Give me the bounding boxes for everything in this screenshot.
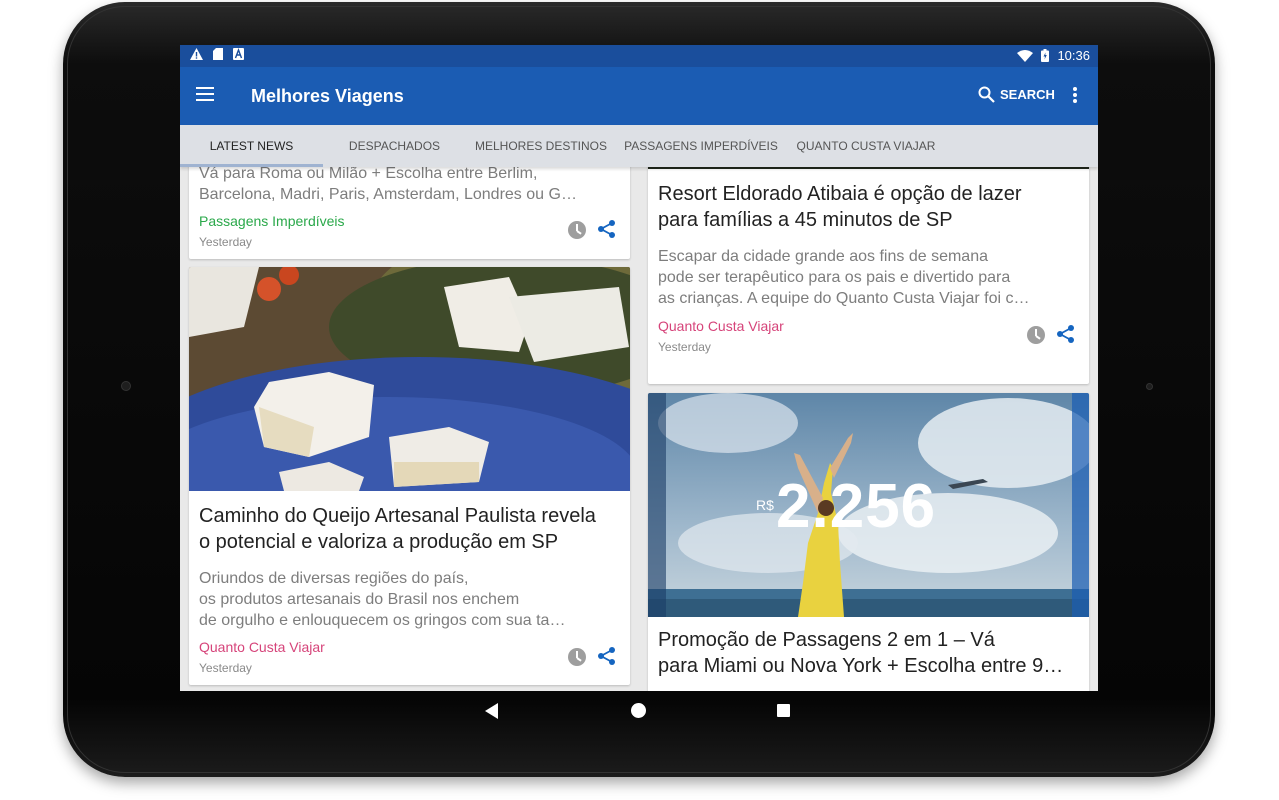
card-category[interactable]: Quanto Custa Viajar [199, 639, 325, 655]
card-excerpt-line: Vá para Roma ou Milão + Escolha entre Be… [199, 167, 538, 182]
font-a-icon [233, 48, 244, 60]
sd-card-icon [213, 48, 223, 60]
search-label: SEARCH [1000, 87, 1055, 102]
tab-passagens-imperdiveis[interactable]: PASSAGENS IMPERDÍVEIS [620, 125, 782, 167]
tab-quanto-custa-viajar[interactable]: QUANTO CUSTA VIAJAR [790, 125, 942, 167]
news-card-resort[interactable]: Resort Eldorado Atibaia é opção de lazer… [648, 167, 1089, 384]
wifi-icon [1017, 49, 1034, 62]
tab-despachados[interactable]: DESPACHADOS [323, 125, 466, 167]
card-excerpt-line: Escapar da cidade grande aos fins de sem… [658, 248, 988, 265]
sensor [1146, 383, 1153, 390]
navigation-bar [180, 691, 1098, 733]
category-tabs: LATEST NEWS DESPACHADOS MELHORES DESTINO… [180, 125, 1098, 167]
tab-melhores-destinos[interactable]: MELHORES DESTINOS [468, 125, 614, 167]
front-camera [121, 381, 131, 391]
home-icon[interactable] [631, 703, 646, 718]
card-date: Yesterday [199, 235, 252, 249]
promo-photo: R$ 2.256 [648, 393, 1089, 617]
card-title-line[interactable]: para famílias a 45 minutos de SP [658, 207, 953, 233]
card-date: Yesterday [658, 340, 711, 354]
app-title: Melhores Viagens [251, 86, 404, 106]
tab-indicator [180, 164, 323, 167]
read-later-clock-icon[interactable] [1027, 326, 1045, 344]
card-excerpt-line: Oriundos de diversas regiões do país, [199, 570, 469, 587]
promo-currency: R$ [756, 497, 774, 513]
card-category[interactable]: Passagens Imperdíveis [199, 213, 345, 229]
news-card-cheese[interactable]: Caminho do Queijo Artesanal Paulista rev… [189, 267, 630, 685]
search-button[interactable]: SEARCH [978, 86, 1055, 103]
recent-apps-icon[interactable] [777, 704, 790, 717]
card-excerpt-line: pode ser terapêutico para os pais e dive… [658, 269, 1011, 286]
card-excerpt-line: os produtos artesanais do Brasil nos enc… [199, 591, 520, 608]
cheese-photo [189, 267, 630, 491]
hamburger-menu-icon[interactable] [194, 84, 216, 106]
card-date: Yesterday [199, 661, 252, 675]
search-icon [978, 86, 995, 103]
tab-latest-news[interactable]: LATEST NEWS [180, 125, 323, 167]
resort-photo [648, 167, 1089, 169]
card-title-line[interactable]: para Miami ou Nova York + Escolha entre … [658, 653, 1063, 679]
card-excerpt-line: de orgulho e enlouquecem os gringos com … [199, 612, 566, 629]
warning-icon [190, 48, 203, 60]
share-icon[interactable] [597, 219, 617, 239]
clock-time: 10:36 [1057, 48, 1090, 63]
card-title-line[interactable]: o potencial e valoriza a produção em SP [199, 529, 558, 555]
promo-price: 2.256 [776, 472, 937, 541]
news-card-passagens[interactable]: Vá para Roma ou Milão + Escolha entre Be… [189, 167, 630, 259]
card-excerpt-line: Barcelona, Madri, Paris, Amsterdam, Lond… [199, 186, 577, 203]
card-title-line[interactable]: Caminho do Queijo Artesanal Paulista rev… [199, 503, 596, 529]
news-card-promo[interactable]: R$ 2.256 Promoção de Passagens 2 em 1 – … [648, 393, 1089, 691]
app-bar: Melhores Viagens SEARCH [180, 67, 1098, 125]
news-feed[interactable]: Vá para Roma ou Milão + Escolha entre Be… [180, 167, 1098, 691]
share-icon[interactable] [1056, 324, 1076, 344]
card-title-line[interactable]: Resort Eldorado Atibaia é opção de lazer [658, 181, 1022, 207]
screen: 10:36 Melhores Viagens SEARCH LATEST NEW… [180, 45, 1098, 691]
back-icon[interactable] [485, 703, 499, 719]
card-category[interactable]: Quanto Custa Viajar [658, 318, 784, 334]
card-excerpt-line: as crianças. A equipe do Quanto Custa Vi… [658, 290, 1030, 307]
status-bar: 10:36 [180, 45, 1098, 67]
battery-icon [1041, 49, 1050, 62]
read-later-clock-icon[interactable] [568, 221, 586, 239]
share-icon[interactable] [597, 646, 617, 666]
read-later-clock-icon[interactable] [568, 648, 586, 666]
card-title-line[interactable]: Promoção de Passagens 2 em 1 – Vá [658, 627, 995, 653]
more-options-icon[interactable] [1072, 87, 1078, 103]
